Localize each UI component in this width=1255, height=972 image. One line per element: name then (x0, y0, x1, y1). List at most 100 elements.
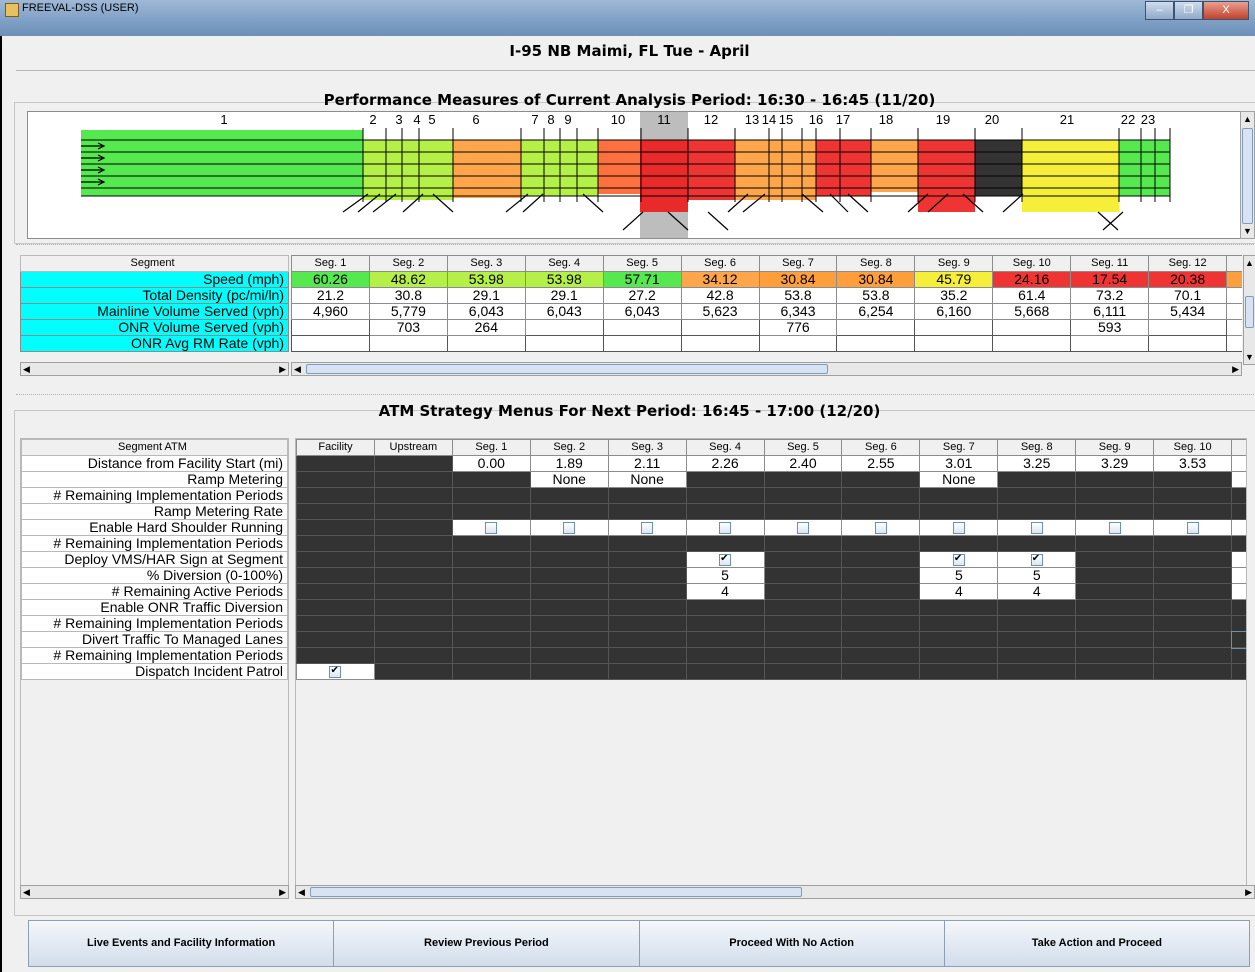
divider (16, 70, 1255, 71)
managed-lanes-cell (1075, 631, 1155, 648)
segment-block (598, 140, 641, 194)
segment-number-label: 3 (395, 112, 402, 127)
table-vscroll[interactable]: ▲ ▼ (1243, 255, 1255, 365)
diversion-cell[interactable]: 5 (1231, 567, 1246, 584)
ramp-line (342, 193, 369, 213)
checkbox-icon[interactable] (874, 522, 887, 535)
implementation-periods-cell (685, 487, 765, 504)
rm-rate-cell (1226, 335, 1242, 352)
scroll-down-icon[interactable]: ▼ (1244, 350, 1255, 364)
diversion-cell[interactable]: 5 (685, 567, 765, 584)
scroll-left-icon[interactable]: ◀ (23, 885, 30, 899)
mainline-volume-cell: 5,676 (1226, 303, 1242, 320)
segment-number-label: 6 (472, 112, 479, 127)
ramp-rate-cell (919, 503, 999, 520)
checkbox-icon[interactable] (1030, 553, 1043, 567)
rm-rate-cell (1070, 335, 1150, 352)
ramp-metering-cell (296, 471, 375, 488)
review-previous-button[interactable]: Review Previous Period (334, 921, 640, 966)
density-cell: 53.8 (836, 287, 916, 304)
maximize-button[interactable]: ❐ (1174, 1, 1203, 20)
segment-block (735, 140, 816, 200)
checkbox-icon[interactable] (1108, 522, 1121, 535)
implementation-periods-cell (685, 647, 765, 664)
proceed-no-action-button[interactable]: Proceed With No Action (639, 921, 945, 966)
implementation-periods-cell (529, 647, 609, 664)
scroll-left-icon[interactable]: ◀ (23, 362, 30, 376)
speed-cell: 24.16 (992, 271, 1072, 288)
checkbox-icon[interactable] (329, 665, 342, 679)
scroll-right-icon[interactable]: ▶ (279, 885, 286, 899)
onr-diversion-cell (529, 599, 609, 616)
scroll-right-icon[interactable]: ▶ (279, 362, 286, 376)
scroll-up-icon[interactable]: ▲ (1241, 112, 1254, 126)
diversion-cell[interactable]: 5 (997, 567, 1077, 584)
checkbox-icon[interactable] (719, 553, 732, 567)
label-hscroll[interactable]: ◀ ▶ (20, 362, 289, 376)
distance-cell: 3.53 (1153, 455, 1233, 472)
atm-row-label: Divert Traffic To Managed Lanes (21, 631, 288, 648)
scroll-left-icon[interactable]: ◀ (298, 885, 305, 899)
active-periods-cell (373, 583, 453, 600)
diagram-scrollbar[interactable]: ▲ ▼ (1240, 111, 1255, 239)
implementation-periods-cell (919, 647, 999, 664)
implementation-periods-cell (685, 535, 765, 552)
minimize-button[interactable]: – (1145, 1, 1174, 20)
active-periods-cell: 4 (919, 583, 999, 600)
managed-lanes-cell (919, 631, 999, 648)
scroll-down-icon[interactable]: ▼ (1241, 224, 1254, 238)
close-button[interactable]: X (1203, 1, 1249, 20)
scroll-right-icon[interactable]: ▶ (1245, 885, 1252, 899)
atm-grid-hscroll[interactable]: ◀ ▶ (295, 885, 1255, 899)
grid-hscroll[interactable]: ◀ ▶ (291, 362, 1242, 376)
checkbox-icon[interactable] (952, 553, 965, 567)
ramp-metering-cell[interactable]: None (919, 471, 999, 488)
checkbox-icon[interactable] (1186, 522, 1199, 535)
atm-grid-viewport: Facility Upstream Seg. 1 Seg. 2 Seg. 3 Seg. 4… (295, 438, 1247, 886)
ramp-metering-cell[interactable]: None (529, 471, 609, 488)
diversion-cell[interactable]: 5 (919, 567, 999, 584)
scroll-up-icon[interactable]: ▲ (1244, 256, 1255, 270)
implementation-periods-cell (1075, 647, 1155, 664)
performance-grid-viewport: Seg. 1 Seg. 2 Seg. 3 Seg. 4 Seg. 5 Seg. 6 Seg.… (291, 255, 1242, 363)
checkbox-icon[interactable] (641, 522, 654, 535)
implementation-periods-cell (841, 487, 921, 504)
live-events-button[interactable]: Live Events and Facility Information (29, 921, 335, 966)
atm-label-hscroll[interactable]: ◀ ▶ (20, 885, 289, 899)
speed-cell: 20.38 (1148, 271, 1228, 288)
checkbox-icon[interactable] (485, 522, 498, 535)
ramp-line (522, 193, 544, 213)
implementation-periods-cell (1153, 647, 1233, 664)
segment-number-label: 18 (879, 112, 893, 127)
segment-block (363, 140, 453, 200)
atm-row-label: # Remaining Active Periods (21, 583, 288, 600)
main-content: I-95 NB Maimi, FL Tue - April Performanc… (0, 36, 1255, 972)
ramp-metering-cell (685, 471, 765, 488)
ramp-metering-cell[interactable]: None (607, 471, 687, 488)
ramp-metering-cell[interactable]: None (1231, 471, 1246, 488)
ramp-rate-cell (1153, 503, 1233, 520)
checkbox-icon[interactable] (1030, 522, 1043, 535)
ramp-line (829, 193, 849, 213)
active-periods-cell (451, 583, 531, 600)
atm-row-label: Ramp Metering Rate (21, 503, 288, 520)
ramp-rate-cell (841, 503, 921, 520)
scroll-thumb[interactable] (1242, 128, 1253, 224)
scroll-thumb[interactable] (310, 887, 802, 897)
mainline-volume-cell: 6,254 (836, 303, 916, 320)
implementation-periods-cell (997, 615, 1077, 632)
checkbox-icon[interactable] (952, 522, 965, 535)
checkbox-icon[interactable] (796, 522, 809, 535)
ramp-rate-cell (451, 503, 531, 520)
scroll-left-icon[interactable]: ◀ (294, 362, 301, 376)
take-action-button[interactable]: Take Action and Proceed (944, 921, 1249, 966)
segment-number-label: 1 (220, 112, 227, 127)
scroll-right-icon[interactable]: ▶ (1232, 362, 1239, 376)
implementation-periods-cell (529, 487, 609, 504)
checkbox-icon[interactable] (563, 522, 576, 535)
scroll-thumb[interactable] (306, 364, 828, 374)
incident-patrol-cell (1231, 663, 1246, 680)
scroll-thumb[interactable] (1245, 296, 1254, 328)
onr-volume-cell: 776 (758, 319, 838, 336)
checkbox-icon[interactable] (719, 522, 732, 535)
